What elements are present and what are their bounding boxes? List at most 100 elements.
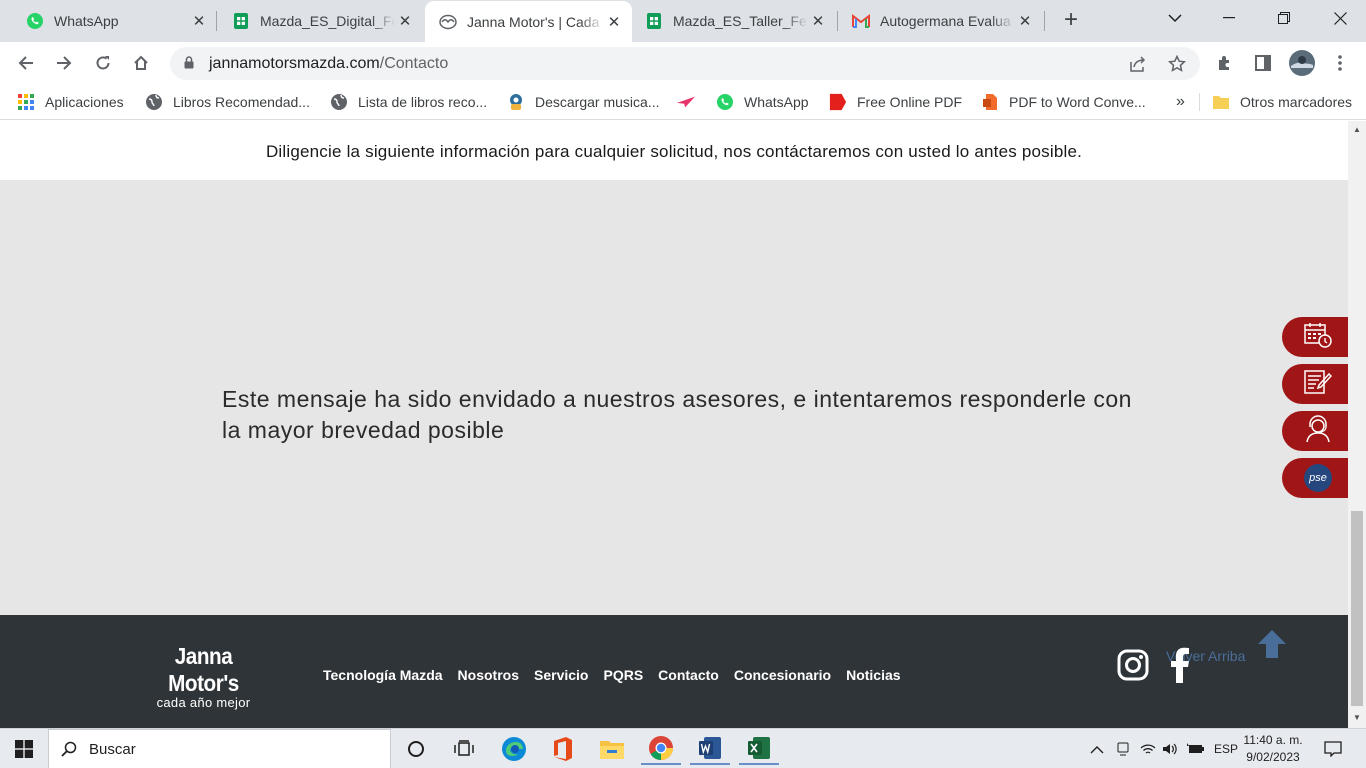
page-scrollbar[interactable]: ▲ ▼ bbox=[1348, 121, 1366, 728]
reload-button[interactable] bbox=[89, 49, 117, 77]
tab-mazda-taller[interactable]: Mazda_ES_Taller_Feb ✕ bbox=[631, 0, 836, 42]
show-hidden-icons-chevron[interactable] bbox=[1090, 729, 1104, 768]
home-button[interactable] bbox=[127, 49, 155, 77]
edge-icon[interactable] bbox=[494, 733, 534, 765]
scrollbar-thumb[interactable] bbox=[1351, 511, 1363, 706]
globe-icon bbox=[145, 93, 163, 111]
brand-logo[interactable]: Janna Motor's cada año mejor bbox=[131, 643, 276, 710]
share-icon[interactable] bbox=[1128, 54, 1148, 74]
task-view-icon[interactable] bbox=[444, 733, 484, 765]
chrome-icon[interactable] bbox=[641, 733, 681, 765]
whatsapp-icon bbox=[716, 93, 734, 111]
footer-link-nosotros[interactable]: Nosotros bbox=[458, 667, 519, 683]
cortana-icon[interactable] bbox=[396, 733, 436, 765]
footer-link-concesionario[interactable]: Concesionario bbox=[734, 667, 831, 683]
side-panel-icon[interactable] bbox=[1249, 49, 1277, 77]
close-icon[interactable]: ✕ bbox=[395, 12, 415, 30]
bookmark-libros-recomendados[interactable]: Libros Recomendad... bbox=[145, 91, 310, 113]
bookmark-label: Aplicaciones bbox=[45, 94, 124, 110]
device-icon[interactable] bbox=[1115, 729, 1131, 768]
tab-mazda-digital[interactable]: Mazda_ES_Digital_Fe ✕ bbox=[218, 0, 423, 42]
bookmark-otros-marcadores[interactable]: Otros marcadores bbox=[1212, 91, 1352, 113]
brand-tagline: cada año mejor bbox=[156, 695, 251, 710]
pse-payment-button[interactable]: pse bbox=[1282, 458, 1348, 498]
close-icon[interactable]: ✕ bbox=[604, 13, 624, 31]
url-text[interactable]: jannamotorsmazda.com/Contacto bbox=[209, 55, 448, 73]
restore-button[interactable] bbox=[1261, 0, 1307, 36]
footer-link-noticias[interactable]: Noticias bbox=[846, 667, 900, 683]
tab-search-chevron-icon[interactable] bbox=[1152, 0, 1198, 36]
footer-link-contacto[interactable]: Contacto bbox=[658, 667, 719, 683]
form-button[interactable] bbox=[1282, 364, 1348, 404]
page-content: Diligencie la siguiente información para… bbox=[0, 121, 1348, 728]
excel-icon[interactable] bbox=[739, 733, 779, 765]
close-icon[interactable]: ✕ bbox=[189, 12, 209, 30]
word-icon[interactable] bbox=[690, 733, 730, 765]
language-indicator[interactable]: ESP bbox=[1214, 729, 1238, 768]
lock-icon[interactable] bbox=[184, 56, 194, 74]
wifi-icon[interactable] bbox=[1140, 729, 1156, 768]
more-bookmarks-chevron[interactable]: » bbox=[1176, 91, 1185, 113]
support-button[interactable] bbox=[1282, 411, 1348, 451]
tab-strip: WhatsApp ✕ Mazda_ES_Digital_Fe ✕ Janna M… bbox=[0, 0, 1366, 42]
footer-link-servicio[interactable]: Servicio bbox=[534, 667, 588, 683]
windows-taskbar: Buscar ESP 11:40 a. m. 9/02/2023 bbox=[0, 728, 1366, 768]
tab-title: Mazda_ES_Digital_Fe bbox=[260, 13, 395, 29]
profile-avatar[interactable] bbox=[1288, 49, 1316, 77]
menu-icon[interactable] bbox=[1326, 49, 1354, 77]
tab-whatsapp[interactable]: WhatsApp ✕ bbox=[12, 0, 217, 42]
volume-icon[interactable] bbox=[1162, 729, 1178, 768]
extensions-icon[interactable] bbox=[1211, 49, 1239, 77]
close-icon[interactable]: ✕ bbox=[1015, 12, 1035, 30]
bookmark-lista-libros[interactable]: Lista de libros reco... bbox=[330, 91, 487, 113]
tab-title: Mazda_ES_Taller_Feb bbox=[673, 13, 808, 29]
tab-title: Autogermana Evalua bbox=[880, 13, 1011, 29]
arrow-up-icon[interactable] bbox=[1256, 629, 1288, 664]
office-icon[interactable] bbox=[543, 733, 583, 765]
bookmark-paper-plane[interactable] bbox=[677, 91, 705, 113]
confirmation-message: Este mensaje ha sido envidado a nuestros… bbox=[222, 386, 1132, 443]
tab-title: WhatsApp bbox=[54, 13, 119, 29]
scroll-down-arrow-icon[interactable]: ▼ bbox=[1353, 713, 1361, 722]
bookmark-aplicaciones[interactable]: Aplicaciones bbox=[17, 91, 124, 113]
footer-link-pqrs[interactable]: PQRS bbox=[603, 667, 643, 683]
sheets-icon bbox=[645, 12, 663, 30]
close-window-button[interactable] bbox=[1317, 0, 1363, 36]
facebook-icon[interactable] bbox=[1170, 647, 1190, 688]
browser-toolbar: jannamotorsmazda.com/Contacto bbox=[0, 42, 1366, 84]
calendar-clock-icon bbox=[1304, 322, 1332, 353]
start-button[interactable] bbox=[4, 733, 44, 765]
notification-center-icon[interactable] bbox=[1324, 729, 1342, 768]
taskbar-clock[interactable]: 11:40 a. m. 9/02/2023 bbox=[1240, 732, 1306, 766]
close-icon[interactable]: ✕ bbox=[808, 12, 828, 30]
tab-janna-motors[interactable]: Janna Motor's | Cada ✕ bbox=[425, 1, 632, 42]
bookmark-label: Otros marcadores bbox=[1240, 94, 1353, 110]
tab-autogermana[interactable]: Autogermana Evalua ✕ bbox=[838, 0, 1043, 42]
search-icon bbox=[61, 741, 77, 762]
bookmark-whatsapp[interactable]: WhatsApp bbox=[716, 91, 809, 113]
bookmark-pdf-to-word[interactable]: PDF to Word Conve... bbox=[981, 91, 1146, 113]
footer-link-tecnologia-mazda[interactable]: Tecnología Mazda bbox=[323, 667, 443, 683]
bookmark-descargar-musica[interactable]: Descargar musica... bbox=[507, 91, 659, 113]
bookmark-star-icon[interactable] bbox=[1167, 54, 1187, 74]
scroll-up-arrow-icon[interactable]: ▲ bbox=[1353, 125, 1361, 134]
more-bookmarks-icon: » bbox=[1176, 93, 1185, 110]
back-button[interactable] bbox=[12, 49, 40, 77]
site-footer: Janna Motor's cada año mejor Tecnología … bbox=[0, 615, 1348, 728]
mazda-icon bbox=[439, 13, 457, 31]
pse-label: pse bbox=[1309, 472, 1327, 484]
paper-plane-icon bbox=[677, 93, 695, 111]
taskbar-search[interactable]: Buscar bbox=[48, 729, 391, 768]
instagram-icon[interactable] bbox=[1117, 649, 1149, 686]
bookmark-free-online-pdf[interactable]: Free Online PDF bbox=[829, 91, 962, 113]
appointment-button[interactable] bbox=[1282, 317, 1348, 357]
new-tab-button[interactable]: + bbox=[1058, 8, 1084, 34]
address-bar[interactable]: jannamotorsmazda.com/Contacto bbox=[170, 47, 1200, 80]
battery-icon[interactable] bbox=[1186, 729, 1204, 768]
file-explorer-icon[interactable] bbox=[592, 733, 632, 765]
footer-nav: Tecnología Mazda Nosotros Servicio PQRS … bbox=[323, 667, 901, 683]
clock-time: 11:40 a. m. bbox=[1243, 733, 1303, 747]
forward-button[interactable] bbox=[50, 49, 78, 77]
minimize-button[interactable] bbox=[1206, 0, 1252, 36]
bookmark-label: WhatsApp bbox=[744, 94, 809, 110]
